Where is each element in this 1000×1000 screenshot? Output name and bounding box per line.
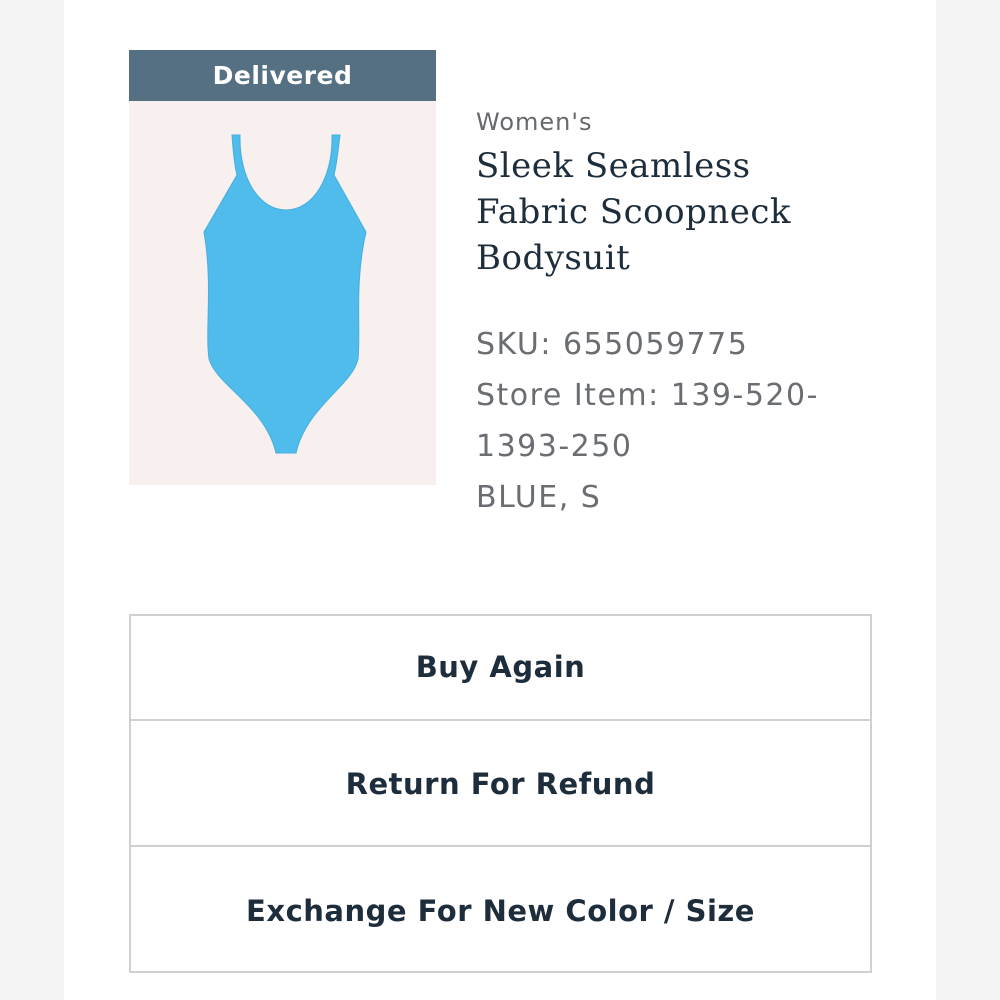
product-details: Women's Sleek Seamless Fabric Scoopneck …	[476, 105, 856, 523]
product-title-line: Sleek Seamless	[476, 146, 751, 186]
product-title[interactable]: Sleek Seamless Fabric Scoopneck Bodysuit	[476, 143, 856, 281]
bodysuit-icon	[203, 134, 367, 454]
product-meta: SKU: 655059775 Store Item: 139-520- 1393…	[476, 319, 856, 523]
return-for-refund-button[interactable]: Return For Refund	[131, 721, 870, 847]
exchange-button[interactable]: Exchange For New Color / Size	[131, 847, 870, 973]
product-category: Women's	[476, 108, 593, 136]
product-title-line: Bodysuit	[476, 238, 631, 278]
store-item-number-line1: Store Item: 139-520-	[476, 378, 819, 413]
product-sku: SKU: 655059775	[476, 327, 749, 362]
store-item-number-line2: 1393-250	[476, 429, 633, 464]
order-actions: Buy Again Return For Refund Exchange For…	[129, 614, 872, 973]
product-media: Delivered	[129, 50, 436, 485]
product-image[interactable]	[129, 101, 436, 485]
status-badge: Delivered	[129, 50, 436, 101]
product-title-line: Fabric Scoopneck	[476, 192, 791, 232]
product-variant: BLUE, S	[476, 480, 602, 515]
buy-again-button[interactable]: Buy Again	[131, 616, 870, 721]
